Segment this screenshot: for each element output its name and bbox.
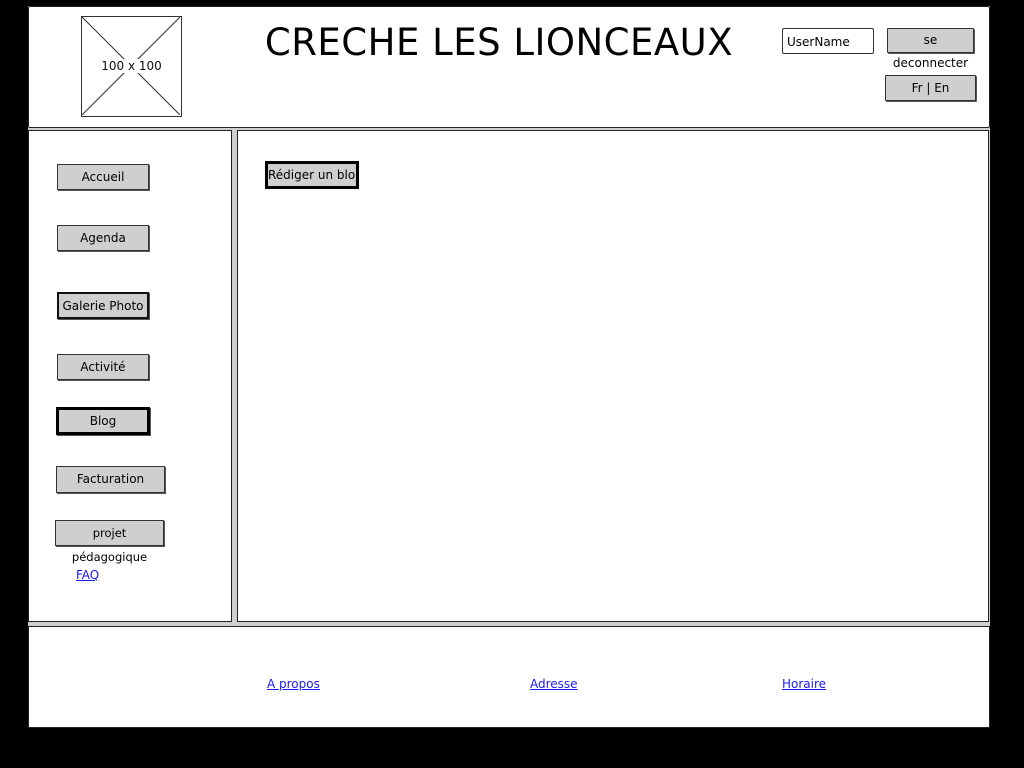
language-toggle-button[interactable]: Fr | En — [885, 75, 976, 101]
page-frame: 100 x 100 CRECHE LES LIONCEAUX UserName … — [28, 6, 990, 728]
footer-link-horaire[interactable]: Horaire — [782, 677, 826, 691]
logo-placeholder-label: 100 x 100 — [100, 59, 163, 73]
sidebar-nav: Accueil Agenda Galerie Photo Activité Bl… — [28, 130, 232, 622]
footer-link-adresse[interactable]: Adresse — [530, 677, 578, 691]
sidebar-item-galerie-photo[interactable]: Galerie Photo — [57, 292, 149, 319]
header: 100 x 100 CRECHE LES LIONCEAUX UserName … — [28, 6, 990, 128]
main-content: Rédiger un blog — [237, 130, 989, 622]
sidebar-item-blog[interactable]: Blog — [56, 407, 150, 435]
sidebar-item-facturation[interactable]: Facturation — [56, 466, 165, 493]
username-field[interactable]: UserName — [782, 28, 874, 54]
sidebar-item-agenda[interactable]: Agenda — [57, 225, 149, 251]
write-blog-button[interactable]: Rédiger un blog — [265, 161, 359, 189]
footer-link-a-propos[interactable]: A propos — [267, 677, 320, 691]
sidebar-item-activite[interactable]: Activité — [57, 354, 149, 380]
faq-link[interactable]: FAQ — [76, 568, 99, 582]
logout-button[interactable]: se deconnecter — [887, 28, 974, 70]
site-title: CRECHE LES LIONCEAUX — [264, 21, 734, 64]
sidebar-item-projet-pedagogique[interactable]: projet pédagogique — [55, 520, 164, 564]
logo-placeholder-image: 100 x 100 — [81, 16, 182, 117]
sidebar-item-accueil[interactable]: Accueil — [57, 164, 149, 190]
footer: A propos Adresse Horaire — [28, 626, 990, 728]
